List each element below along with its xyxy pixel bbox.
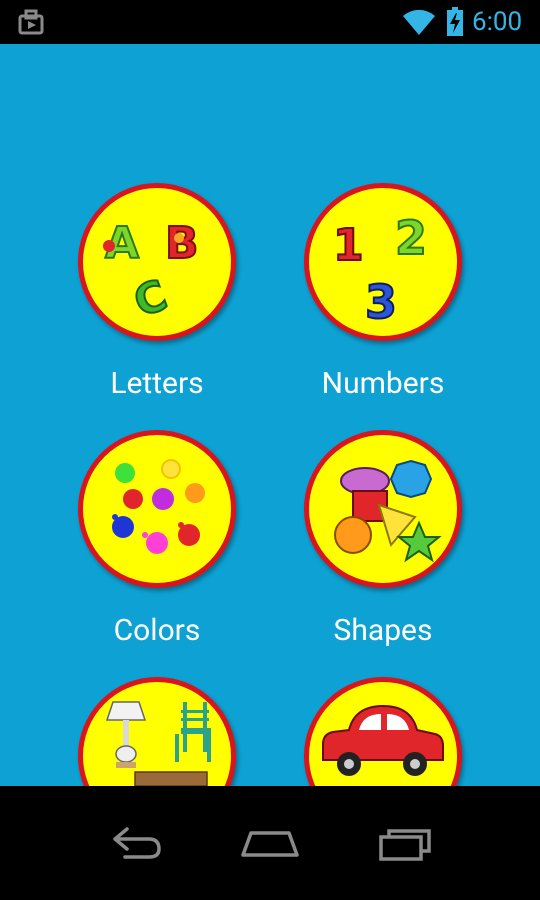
numbers-icon: 1 2 3 [304,183,462,341]
recent-apps-icon [379,829,431,861]
home-button[interactable] [210,786,330,900]
svg-text:3: 3 [365,275,397,329]
tile-label: Letters [110,366,204,401]
home-icon [241,831,299,857]
back-icon [113,827,161,859]
svg-text:1: 1 [333,220,364,271]
tile-label: Numbers [321,366,445,401]
navigation-bar [0,786,540,900]
category-grid: A B C Letters 1 2 3 Numbers Colors Shape… [0,44,540,786]
colors-icon [78,430,236,588]
notification-icon [18,9,44,35]
back-button[interactable] [75,786,195,900]
svg-text:2: 2 [395,211,427,265]
battery-charging-icon [447,7,463,36]
shapes-icon [304,430,462,588]
furniture-icon [78,677,236,786]
car-icon [304,677,462,786]
wifi-icon [403,9,435,36]
svg-text:B: B [165,218,199,269]
tile-label: Colors [113,613,201,648]
svg-text:C: C [128,270,174,327]
letters-icon: A B C [78,183,236,341]
tile-label: Shapes [333,613,433,648]
status-bar: 6:00 [0,0,540,44]
recent-apps-button[interactable] [345,786,465,900]
clock: 6:00 [472,7,523,37]
